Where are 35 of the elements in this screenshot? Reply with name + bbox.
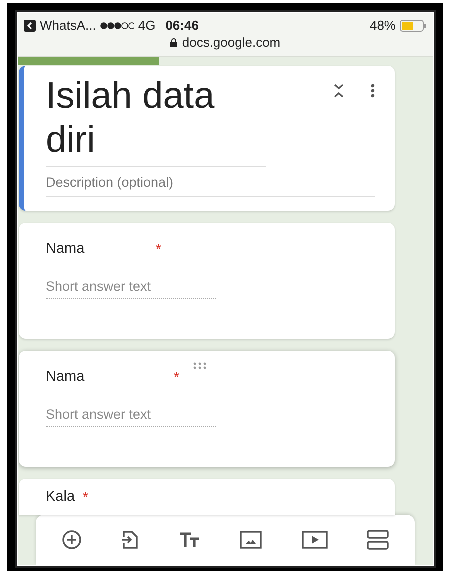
question-title[interactable]: Nama	[46, 369, 174, 385]
description-field[interactable]: Description (optional)	[46, 175, 375, 197]
question-card[interactable]: Nama * Short answer text	[19, 223, 395, 339]
battery-percent: 48%	[370, 18, 396, 33]
required-mark: *	[83, 489, 88, 505]
required-mark: *	[174, 369, 180, 385]
form-title[interactable]: Isilah data diri	[46, 74, 266, 167]
question-card[interactable]: Nama * Short answer text	[19, 351, 395, 467]
question-title[interactable]: Kala	[46, 489, 76, 505]
add-section-button[interactable]	[365, 528, 392, 552]
network-type: 4G	[138, 18, 156, 33]
add-video-button[interactable]	[300, 529, 330, 551]
short-answer-field: Short answer text	[46, 407, 216, 427]
drag-handle-icon[interactable]	[193, 362, 207, 370]
question-title[interactable]: Nama	[46, 241, 156, 257]
question-card[interactable]: Kala *	[19, 479, 395, 515]
image-icon	[240, 531, 262, 549]
clock-time: 06:46	[166, 18, 199, 33]
short-answer-field: Short answer text	[46, 279, 216, 299]
video-icon	[302, 531, 328, 549]
text-size-icon	[178, 532, 201, 548]
add-image-button[interactable]	[238, 529, 264, 551]
section-icon	[367, 530, 390, 550]
add-icon	[62, 530, 82, 550]
more-icon[interactable]	[371, 84, 375, 98]
collapse-icon[interactable]	[333, 84, 345, 98]
import-icon	[121, 530, 140, 550]
back-app-label[interactable]: WhatsA...	[40, 18, 96, 33]
signal-icon	[100, 20, 134, 30]
address-url[interactable]: docs.google.com	[182, 35, 281, 50]
back-icon[interactable]	[24, 20, 36, 32]
battery-icon	[400, 20, 427, 32]
lock-icon	[170, 38, 178, 48]
required-mark: *	[156, 241, 162, 257]
add-question-button[interactable]	[60, 528, 84, 552]
